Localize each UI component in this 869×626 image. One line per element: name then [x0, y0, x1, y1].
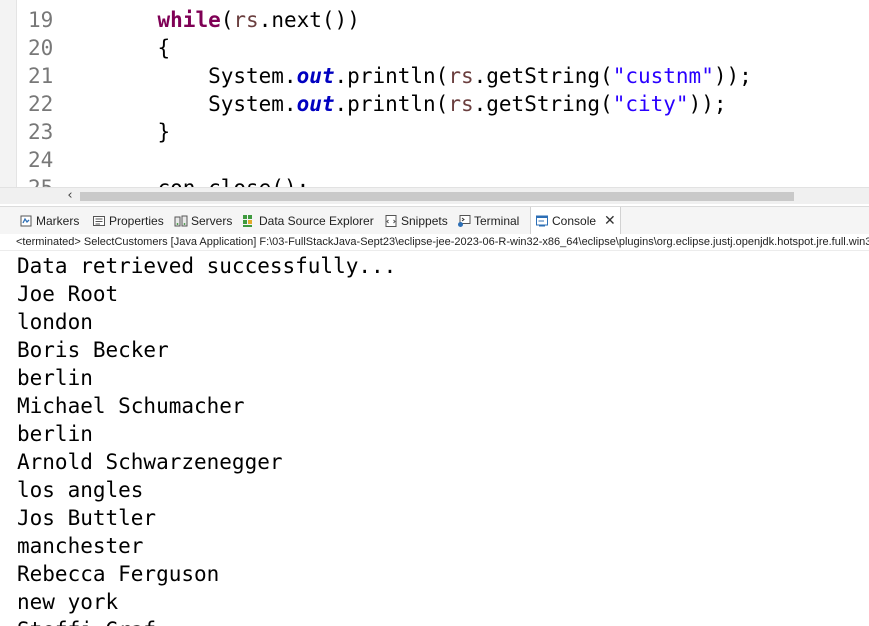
code-text: while(rs.next()) — [69, 6, 360, 34]
code-token: while — [157, 8, 221, 32]
tab-properties[interactable]: Properties — [92, 207, 164, 235]
views-tab-bar: Markers Properties Servers Data Source Expl… — [0, 206, 869, 235]
tab-label: Properties — [109, 214, 164, 228]
line-number: 20 — [28, 36, 54, 60]
code-editor[interactable]: 19 while(rs.next()) 20 {21 System.out.pri… — [0, 0, 869, 188]
tab-terminal[interactable]: Terminal — [457, 207, 519, 235]
servers-icon — [174, 214, 188, 228]
code-token: "city" — [612, 92, 689, 116]
code-token: System. — [208, 64, 297, 88]
console-line: Michael Schumacher — [17, 394, 245, 418]
code-token: { — [157, 36, 171, 60]
console-line: Arnold Schwarzenegger — [17, 450, 283, 474]
tab-label: Terminal — [474, 214, 520, 228]
tab-markers[interactable]: Markers — [19, 207, 79, 235]
code-text: } — [69, 118, 171, 146]
code-token: "custnm" — [612, 64, 714, 88]
tab-data-source-explorer[interactable]: Data Source Explorer — [242, 207, 374, 235]
code-token: rs — [448, 92, 474, 116]
code-token: )); — [688, 92, 727, 116]
console-line: berlin — [17, 422, 93, 446]
console-line: Joe Root — [17, 282, 119, 306]
tab-servers[interactable]: Servers — [174, 207, 232, 235]
editor-horizontal-scrollbar[interactable]: ‹ — [0, 187, 869, 204]
code-token: rs — [448, 64, 474, 88]
code-token: .println( — [334, 92, 449, 116]
code-text: System.out.println(rs.getString("city"))… — [69, 90, 727, 118]
tab-label: Console — [552, 214, 597, 228]
code-token: System. — [208, 92, 297, 116]
markers-icon — [19, 214, 33, 228]
code-token: )); — [713, 64, 752, 88]
launch-info: <terminated> SelectCustomers [Java Appli… — [0, 234, 869, 251]
console-line: Jos Buttler — [17, 506, 157, 530]
code-token: .getString( — [473, 92, 613, 116]
code-text: System.out.println(rs.getString("custnm"… — [69, 62, 752, 90]
console-line: Rebecca Ferguson — [17, 562, 220, 586]
line-number: 24 — [28, 148, 54, 172]
tab-label: Markers — [36, 214, 80, 228]
properties-icon — [92, 214, 106, 228]
terminal-icon — [457, 214, 471, 228]
line-number: 23 — [28, 120, 54, 144]
tab-label: Data Source Explorer — [259, 214, 374, 228]
console-line: manchester — [17, 534, 144, 558]
console-line: los angles — [17, 478, 144, 502]
code-token: out — [296, 92, 335, 116]
scroll-left-icon[interactable]: ‹ — [62, 188, 78, 204]
line-number: 25 — [28, 176, 54, 188]
console-line: london — [17, 310, 93, 334]
line-number: 22 — [28, 92, 54, 116]
close-icon[interactable]: ✕ — [604, 213, 616, 229]
console-icon — [535, 214, 549, 228]
code-token: } — [157, 120, 171, 144]
console-line: new york — [17, 590, 119, 614]
code-token: rs — [233, 8, 259, 32]
code-text: { — [69, 34, 171, 62]
console-line: Steffi Graf — [17, 616, 156, 626]
tab-snippets[interactable]: Snippets — [384, 207, 448, 235]
console-output[interactable]: Data retrieved successfully... Joe Root lo… — [0, 252, 869, 626]
scrollbar-thumb[interactable] — [80, 192, 794, 201]
code-token: .getString( — [473, 64, 613, 88]
code-token: ( — [220, 8, 234, 32]
line-number: 21 — [28, 64, 54, 88]
code-text: con.close(); — [69, 174, 310, 188]
tab-label: Snippets — [401, 214, 448, 228]
tab-label: Servers — [191, 214, 233, 228]
code-token: out — [296, 64, 335, 88]
editor-gutter — [0, 0, 17, 188]
line-number: 19 — [28, 8, 54, 32]
console-line: berlin — [17, 366, 93, 390]
snippets-icon — [384, 214, 398, 228]
console-line: Data retrieved successfully... — [17, 254, 397, 278]
console-line: Boris Becker — [17, 338, 169, 362]
code-token: .println( — [334, 64, 449, 88]
tab-console[interactable]: Console ✕ — [530, 207, 621, 235]
database-icon — [242, 214, 256, 228]
code-token: .next()) — [258, 8, 360, 32]
